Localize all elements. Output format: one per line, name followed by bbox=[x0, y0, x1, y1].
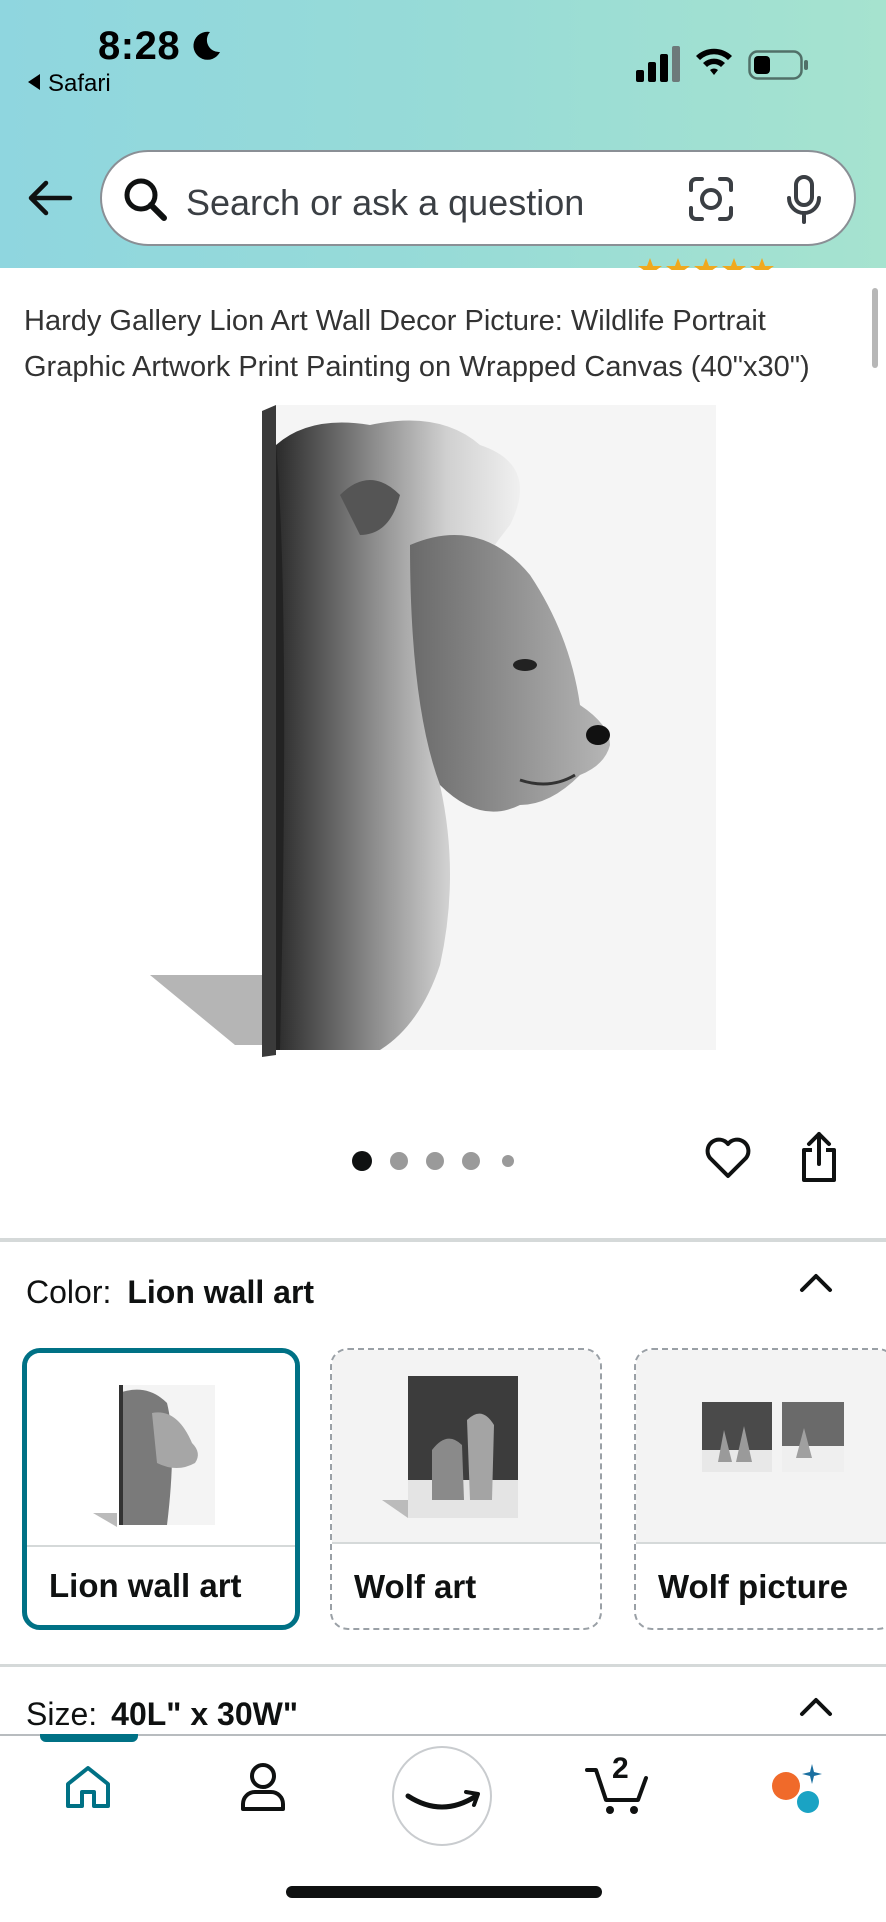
rating-stars-peek bbox=[600, 254, 840, 270]
chevron-up-icon[interactable] bbox=[798, 1696, 834, 1718]
moon-icon bbox=[193, 31, 220, 60]
rufus-assistant-icon[interactable] bbox=[768, 1760, 824, 1816]
account-icon[interactable] bbox=[240, 1762, 286, 1812]
swatch-label: Wolf picture bbox=[658, 1568, 849, 1605]
amazon-smile-icon bbox=[405, 1790, 480, 1810]
color-option-wolf-picture[interactable]: Wolf picture bbox=[634, 1348, 886, 1630]
swatch-separator bbox=[636, 1542, 886, 1544]
back-app-label: Safari bbox=[48, 70, 111, 97]
product-title: Hardy Gallery Lion Art Wall Decor Pictur… bbox=[24, 305, 810, 383]
swatch-label: Wolf art bbox=[354, 1568, 477, 1605]
divider bbox=[0, 1664, 886, 1667]
swatch-separator bbox=[332, 1542, 600, 1544]
color-label: Color: bbox=[26, 1274, 112, 1310]
search-bar[interactable]: Search or ask a question bbox=[100, 150, 856, 246]
camera-lens-icon[interactable] bbox=[688, 176, 734, 222]
color-option-lion[interactable]: Lion wall art bbox=[22, 1348, 300, 1630]
header: 8:28 Safari Search or ask a question bbox=[0, 0, 886, 268]
lion-thumbnail-image bbox=[93, 1385, 215, 1527]
heart-icon[interactable] bbox=[704, 1134, 752, 1182]
search-icon bbox=[124, 178, 167, 221]
scrollbar[interactable] bbox=[872, 288, 878, 368]
swatch-label: Lion wall art bbox=[49, 1567, 242, 1604]
amazon-home-button[interactable] bbox=[392, 1746, 492, 1846]
size-label: Size: bbox=[26, 1696, 98, 1732]
product-image[interactable] bbox=[140, 405, 740, 1065]
microphone-icon[interactable] bbox=[784, 174, 824, 226]
back-triangle-icon bbox=[28, 74, 40, 90]
share-icon[interactable] bbox=[796, 1130, 842, 1184]
back-arrow-icon[interactable] bbox=[26, 178, 74, 218]
swatch-thumbnail bbox=[332, 1350, 600, 1542]
color-selector-header[interactable]: Color: Lion wall art bbox=[26, 1274, 314, 1311]
swatch-thumbnail bbox=[27, 1353, 295, 1545]
size-selected-value: 40L" x 30W" bbox=[111, 1696, 298, 1732]
carousel-dot[interactable] bbox=[352, 1151, 372, 1171]
back-to-safari[interactable]: Safari bbox=[28, 70, 111, 98]
color-selected-value: Lion wall art bbox=[127, 1274, 315, 1310]
battery-icon bbox=[748, 50, 808, 80]
active-tab-indicator bbox=[40, 1734, 138, 1742]
chevron-up-icon[interactable] bbox=[798, 1272, 834, 1294]
wolf-picture-thumbnail-image bbox=[702, 1402, 844, 1472]
cellular-signal-icon bbox=[636, 46, 680, 82]
wolf-thumbnail-image bbox=[382, 1376, 518, 1518]
size-selector-header[interactable]: Size: 40L" x 30W" bbox=[26, 1696, 298, 1733]
status-time: 8:28 bbox=[98, 24, 181, 68]
home-indicator bbox=[286, 1886, 602, 1898]
search-placeholder[interactable]: Search or ask a question bbox=[186, 182, 584, 224]
swatch-thumbnail bbox=[636, 1350, 886, 1542]
divider bbox=[0, 1238, 886, 1242]
carousel-dot[interactable] bbox=[462, 1152, 480, 1170]
carousel-dot[interactable] bbox=[502, 1155, 514, 1167]
swatch-separator bbox=[27, 1545, 295, 1547]
color-option-wolf-art[interactable]: Wolf art bbox=[330, 1348, 602, 1630]
cart-count: 2 bbox=[612, 1752, 629, 1785]
wifi-icon bbox=[696, 48, 732, 75]
carousel-dot[interactable] bbox=[426, 1152, 444, 1170]
carousel-dot[interactable] bbox=[390, 1152, 408, 1170]
home-icon[interactable] bbox=[64, 1764, 112, 1810]
